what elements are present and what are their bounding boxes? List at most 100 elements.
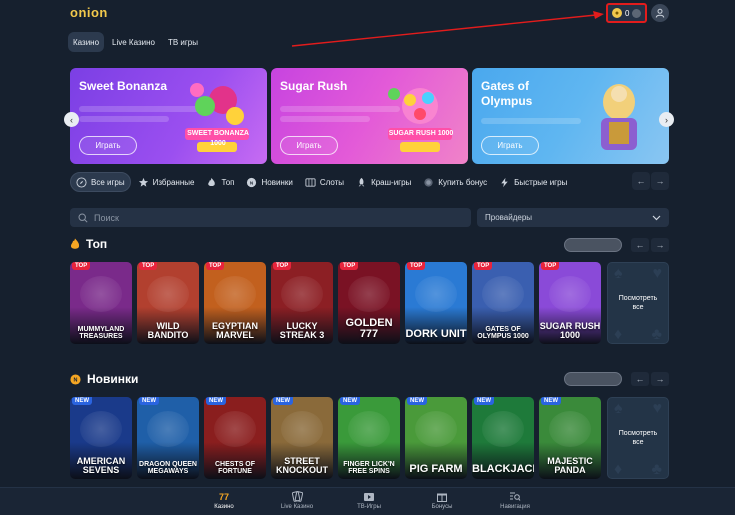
category-all-games[interactable]: Все игры — [70, 172, 131, 192]
game-badge: NEW — [474, 397, 494, 405]
section-title-top: Топ — [70, 237, 107, 251]
game-badge: NEW — [72, 397, 92, 405]
game-art — [549, 411, 591, 447]
section-next-button[interactable]: → — [651, 238, 669, 252]
tv-icon — [364, 493, 374, 501]
game-title: GOLDEN 777 — [345, 317, 393, 340]
section-prev-button[interactable]: ← — [631, 372, 649, 386]
balance-button[interactable]: ● 0 — [606, 3, 647, 23]
game-card[interactable]: NEW PIG FARM — [405, 397, 467, 479]
category-label: Слоты — [319, 177, 345, 187]
game-title: DRAGON QUEEN MEGAWAYS — [139, 461, 197, 475]
game-card[interactable]: NEW MAJESTIC PANDA — [539, 397, 601, 479]
star-icon — [138, 177, 148, 187]
game-card[interactable]: NEW AMERICAN SEVENS — [70, 397, 132, 479]
banner-subtitle-blurred — [79, 116, 169, 122]
game-badge: NEW — [273, 397, 293, 405]
view-all-label: Посмотреть все — [618, 295, 658, 311]
category-top[interactable]: Топ — [201, 172, 239, 192]
game-card[interactable]: TOP EGYPTIAN MARVEL — [204, 262, 266, 344]
game-card[interactable]: NEW BLACKJACK — [472, 397, 534, 479]
game-card[interactable]: TOP WILD BANDITO — [137, 262, 199, 344]
bottom-nav-navigation[interactable]: Навигация — [480, 491, 550, 510]
slot-icon — [305, 177, 316, 187]
game-title: PIG FARM — [409, 463, 463, 475]
game-badge: TOP — [273, 262, 292, 270]
search-bar[interactable] — [70, 208, 471, 227]
svg-text:N: N — [74, 377, 78, 383]
game-card[interactable]: TOP GOLDEN 777 — [338, 262, 400, 344]
game-card[interactable]: TOP DORK UNIT — [405, 262, 467, 344]
rocket-icon — [358, 177, 365, 187]
providers-dropdown[interactable]: Провайдеры — [477, 208, 669, 227]
bottom-nav-bonuses[interactable]: Бонусы — [407, 491, 477, 510]
banner-gates-of-olympus[interactable]: Gates of Olympus Играть — [472, 68, 669, 164]
suit-decor-icon: ♠ — [614, 400, 623, 417]
view-all-top-button[interactable]: ♠ ♥ ♦ ♣ Посмотреть все — [607, 262, 669, 344]
search-icon — [78, 212, 88, 223]
category-next-button[interactable]: → — [651, 172, 669, 190]
game-card[interactable]: TOP GATES OF OLYMPUS 1000 — [472, 262, 534, 344]
category-label: Быстрые игры — [514, 177, 568, 187]
banner-next-button[interactable]: › — [659, 112, 674, 127]
game-badge: TOP — [72, 262, 91, 270]
banner-play-button[interactable]: Играть — [280, 136, 338, 155]
game-card[interactable]: TOP MUMMYLAND TREASURES — [70, 262, 132, 344]
view-all-new-button[interactable]: ♠ ♥ ♦ ♣ Посмотреть все — [607, 397, 669, 479]
section-title-text: Топ — [86, 237, 108, 251]
tab-tv-games[interactable]: ТВ игры — [163, 32, 203, 52]
section-next-button[interactable]: → — [651, 372, 669, 386]
game-card[interactable]: TOP LUCKY STREAK 3 — [271, 262, 333, 344]
logo[interactable]: onion — [70, 5, 108, 20]
game-art — [147, 411, 189, 447]
category-label: Топ — [221, 177, 235, 187]
gift-icon — [437, 493, 447, 502]
game-title: STREET KNOCKOUT — [276, 456, 328, 475]
banner-play-button[interactable]: Играть — [481, 136, 539, 155]
category-slots[interactable]: Слоты — [300, 172, 349, 192]
svg-text:77: 77 — [219, 492, 229, 502]
game-badge: NEW — [139, 397, 159, 405]
banner-sugar-rush[interactable]: Sugar Rush SUGAR RUSH 1000 Играть — [271, 68, 468, 164]
bottom-nav-live-casino[interactable]: Live Казино — [262, 491, 332, 510]
bottom-nav-tv-games[interactable]: ТВ-Игры — [334, 491, 404, 510]
game-card[interactable]: NEW STREET KNOCKOUT — [271, 397, 333, 479]
game-title: FINGER LICK'N FREE SPINS — [343, 461, 395, 475]
banner-sweet-bonanza[interactable]: Sweet Bonanza SWEET BONANZA 1000 Играть — [70, 68, 267, 164]
game-card[interactable]: TOP SUGAR RUSH 1000 — [539, 262, 601, 344]
bottom-nav-casino[interactable]: 77 Казино — [189, 491, 259, 510]
game-badge: TOP — [474, 262, 493, 270]
game-card[interactable]: NEW DRAGON QUEEN MEGAWAYS — [137, 397, 199, 479]
bottom-nav-label: Навигация — [500, 504, 530, 510]
game-art — [415, 411, 457, 447]
category-favorites[interactable]: Избранные — [133, 172, 200, 192]
category-prev-button[interactable]: ← — [632, 172, 650, 190]
game-art — [281, 276, 323, 312]
category-buy-bonus[interactable]: Купить бонус — [418, 172, 492, 192]
game-art — [147, 276, 189, 312]
game-badge: TOP — [340, 262, 359, 270]
banner-title: Sweet Bonanza — [79, 79, 168, 93]
tab-live-casino[interactable]: Live Казино — [107, 32, 160, 52]
game-art — [482, 276, 524, 312]
game-card[interactable]: NEW FINGER LICK'N FREE SPINS — [338, 397, 400, 479]
profile-button[interactable] — [651, 4, 669, 22]
category-crash-games[interactable]: Краш-игры — [351, 172, 416, 192]
suit-decor-icon: ♦ — [614, 326, 623, 343]
section-blurred-pill — [564, 372, 622, 386]
game-title: WILD BANDITO — [147, 321, 189, 340]
banner-prev-button[interactable]: ‹ — [64, 112, 79, 127]
bottom-nav-label: ТВ-Игры — [357, 504, 381, 510]
category-new[interactable]: N Новинки — [241, 172, 297, 192]
tab-casino[interactable]: Казино — [68, 32, 105, 52]
banner-play-button[interactable]: Играть — [79, 136, 137, 155]
game-art — [348, 276, 390, 312]
category-fast-games[interactable]: Быстрые игры — [494, 172, 572, 192]
user-icon — [655, 8, 665, 18]
game-badge: NEW — [206, 397, 226, 405]
flame-icon — [208, 177, 216, 186]
game-card[interactable]: NEW CHESTS OF FORTUNE — [204, 397, 266, 479]
section-prev-button[interactable]: ← — [631, 238, 649, 252]
search-input[interactable] — [94, 212, 454, 223]
game-art — [415, 276, 457, 312]
